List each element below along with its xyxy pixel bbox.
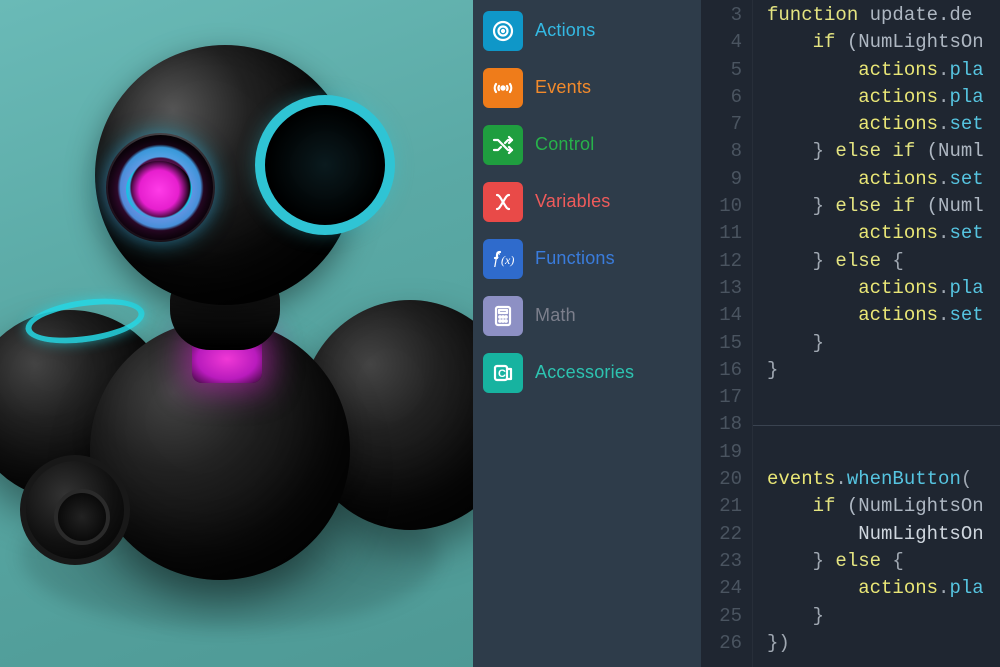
code-editor[interactable]: 3456789101112131415161718192021222324252…	[701, 0, 1000, 667]
category-variables[interactable]: Variables	[473, 173, 701, 230]
category-math[interactable]: Math	[473, 287, 701, 344]
category-control[interactable]: Control	[473, 116, 701, 173]
code-line[interactable]: function update.de	[767, 2, 1000, 29]
code-line[interactable]: actions.pla	[767, 84, 1000, 111]
category-label: Events	[535, 77, 591, 98]
x-variable-icon	[483, 182, 523, 222]
line-number: 7	[701, 111, 742, 138]
code-line[interactable]: actions.set	[767, 166, 1000, 193]
code-line[interactable]: NumLightsOn	[767, 521, 1000, 548]
code-line[interactable]: } else if (Numl	[767, 138, 1000, 165]
line-number: 14	[701, 302, 742, 329]
code-line[interactable]: actions.pla	[767, 57, 1000, 84]
accessories-icon: C	[483, 353, 523, 393]
line-number: 13	[701, 275, 742, 302]
line-number: 17	[701, 384, 742, 411]
category-actions[interactable]: Actions	[473, 2, 701, 59]
robot-illustration	[0, 0, 473, 667]
line-number: 23	[701, 548, 742, 575]
line-number: 24	[701, 575, 742, 602]
line-number: 12	[701, 248, 742, 275]
category-events[interactable]: Events	[473, 59, 701, 116]
shuffle-icon	[483, 125, 523, 165]
code-line[interactable]: } else {	[767, 548, 1000, 575]
line-number: 18	[701, 411, 742, 438]
line-number: 4	[701, 29, 742, 56]
line-number: 22	[701, 521, 742, 548]
code-line[interactable]: actions.pla	[767, 275, 1000, 302]
category-label: Accessories	[535, 362, 634, 383]
category-accessories[interactable]: C Accessories	[473, 344, 701, 401]
svg-text:(x): (x)	[501, 253, 514, 267]
line-number: 10	[701, 193, 742, 220]
line-number: 19	[701, 439, 742, 466]
code-line[interactable]	[767, 384, 1000, 411]
code-area[interactable]: function update.de if (NumLightsOn actio…	[753, 0, 1000, 667]
code-line[interactable]: if (NumLightsOn	[767, 493, 1000, 520]
line-number: 11	[701, 220, 742, 247]
line-number: 6	[701, 84, 742, 111]
code-line[interactable]: events.whenButton(	[767, 466, 1000, 493]
code-line[interactable]: } else if (Numl	[767, 193, 1000, 220]
code-line[interactable]: actions.pla	[767, 575, 1000, 602]
code-line[interactable]: }	[767, 357, 1000, 384]
code-line[interactable]: if (NumLightsOn	[767, 29, 1000, 56]
target-icon	[483, 11, 523, 51]
line-number: 21	[701, 493, 742, 520]
broadcast-icon	[483, 68, 523, 108]
svg-text:C: C	[498, 368, 506, 380]
code-line[interactable]	[767, 439, 1000, 466]
code-line[interactable]: })	[767, 630, 1000, 657]
line-number: 15	[701, 330, 742, 357]
line-number: 9	[701, 166, 742, 193]
line-number: 20	[701, 466, 742, 493]
code-line[interactable]: }	[767, 330, 1000, 357]
code-line[interactable]: }	[767, 603, 1000, 630]
line-number: 3	[701, 2, 742, 29]
category-label: Control	[535, 134, 594, 155]
category-label: Functions	[535, 248, 615, 269]
category-label: Variables	[535, 191, 611, 212]
code-line[interactable]: actions.set	[767, 302, 1000, 329]
line-number: 16	[701, 357, 742, 384]
line-number: 8	[701, 138, 742, 165]
line-gutter: 3456789101112131415161718192021222324252…	[701, 0, 753, 667]
category-functions[interactable]: f(x) Functions	[473, 230, 701, 287]
fx-icon: f(x)	[483, 239, 523, 279]
line-number: 26	[701, 630, 742, 657]
code-line[interactable]: } else {	[767, 248, 1000, 275]
category-sidebar: Actions Events Control Variables f(x) Functio…	[473, 0, 701, 667]
category-label: Math	[535, 305, 576, 326]
line-number: 5	[701, 57, 742, 84]
code-line[interactable]: actions.set	[767, 111, 1000, 138]
code-line[interactable]: actions.set	[767, 220, 1000, 247]
category-label: Actions	[535, 20, 595, 41]
line-number: 25	[701, 603, 742, 630]
calculator-icon	[483, 296, 523, 336]
robot-photo	[0, 0, 473, 667]
section-divider	[753, 425, 1000, 426]
